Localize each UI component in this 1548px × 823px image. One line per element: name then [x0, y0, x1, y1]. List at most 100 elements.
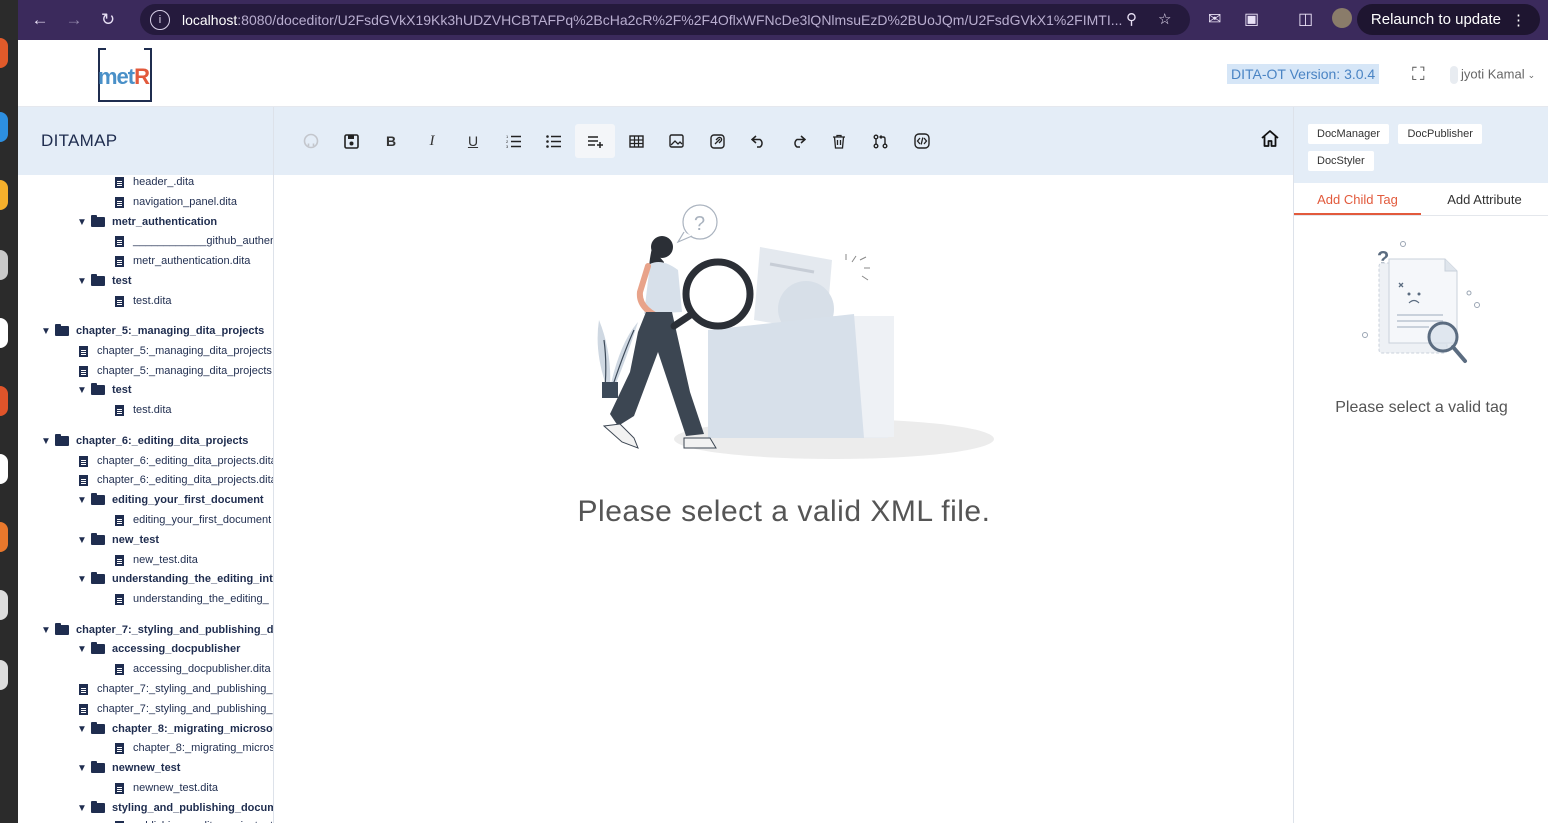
redo-icon[interactable] [785, 129, 811, 153]
caret-down-icon[interactable]: ▼ [41, 436, 55, 447]
fullscreen-icon[interactable]: ⛶ [1412, 64, 1425, 85]
dock-app-icon[interactable] [0, 250, 8, 280]
tree-folder[interactable]: ▼ editing_your_first_document [77, 491, 264, 509]
caret-down-icon[interactable]: ▼ [77, 217, 91, 228]
caret-down-icon[interactable]: ▼ [77, 803, 91, 814]
side-panel-icon[interactable]: ◫ [1298, 9, 1313, 29]
caret-down-icon[interactable]: ▼ [77, 644, 91, 655]
address-bar[interactable]: i localhost:8080/doceditor/U2FsdGVkX19Kk… [140, 4, 1190, 35]
more-menu-icon[interactable]: ⋮ [1511, 11, 1526, 29]
tree-file[interactable]: test.dita [115, 292, 172, 310]
home-icon[interactable] [1260, 129, 1280, 153]
table-icon[interactable] [623, 129, 649, 153]
user-menu[interactable]: jyoti Kamal ⌄ [1450, 66, 1535, 84]
browser-toolbar: ← → ↻ i localhost:8080/doceditor/U2FsdGV… [18, 0, 1548, 40]
caret-down-icon[interactable]: ▼ [77, 574, 91, 585]
tree-folder[interactable]: ▼ chapter_7:_styling_and_publishing_dita [41, 621, 273, 639]
tree-folder[interactable]: ▼ styling_and_publishing_documents [77, 799, 273, 817]
metr-logo[interactable]: metR [98, 48, 152, 102]
dock-app-icon[interactable] [0, 522, 8, 552]
caret-down-icon[interactable]: ▼ [77, 535, 91, 546]
caret-down-icon[interactable]: ▼ [77, 385, 91, 396]
ordered-list-icon[interactable]: 123 [501, 129, 527, 153]
tree-file[interactable]: chapter_7:_styling_and_publishing_ [79, 700, 273, 718]
tree-file[interactable]: metr_authentication.dita [115, 252, 250, 270]
tree-file[interactable]: publishing_a_dita_project_at [115, 817, 273, 823]
url-text[interactable]: localhost:8080/doceditor/U2FsdGVkX19Kk3h… [182, 12, 1132, 28]
tree-file[interactable]: chapter_7:_styling_and_publishing_ [79, 680, 273, 698]
tree-file[interactable]: navigation_panel.dita [115, 193, 237, 211]
tree-file[interactable]: test.dita [115, 401, 172, 419]
dock-app-icon[interactable] [0, 318, 8, 348]
docstyler-button[interactable]: DocStyler [1308, 151, 1374, 171]
tab-add-attribute[interactable]: Add Attribute [1421, 183, 1548, 215]
caret-down-icon[interactable]: ▼ [77, 763, 91, 774]
tree-folder[interactable]: ▼ chapter_8:_migrating_microsoft [77, 720, 273, 738]
tree-file[interactable]: chapter_6:_editing_dita_projects.dita [79, 452, 273, 470]
tree-item-label: new_test.dita [133, 554, 198, 566]
tree-file[interactable]: understanding_the_editing_ [115, 590, 269, 608]
relaunch-button[interactable]: Relaunch to update ⋮ [1356, 4, 1540, 35]
code-view-icon[interactable] [909, 129, 935, 153]
profile-avatar[interactable] [1332, 8, 1352, 28]
tree-file[interactable]: chapter_6:_editing_dita_projects.dita [79, 471, 273, 489]
tree-folder[interactable]: ▼ chapter_6:_editing_dita_projects [41, 432, 248, 450]
dock-app-icon[interactable] [0, 386, 8, 416]
tree-item-label: styling_and_publishing_documents [112, 802, 273, 814]
tree-file[interactable]: chapter_5:_managing_dita_projects [79, 342, 272, 360]
caret-down-icon[interactable]: ▼ [41, 625, 55, 636]
tree-file[interactable]: accessing_docpublisher.dita [115, 660, 271, 678]
pull-request-icon[interactable] [867, 129, 893, 153]
github-icon[interactable] [298, 129, 324, 153]
zoom-icon[interactable]: ⚲ [1126, 10, 1137, 28]
bookmark-star-icon[interactable]: ☆ [1158, 10, 1171, 28]
tree-file[interactable]: ____________github_authen [115, 232, 273, 250]
docpublisher-button[interactable]: DocPublisher [1398, 124, 1482, 144]
tree-file[interactable]: newnew_test.dita [115, 779, 218, 797]
mail-extension-icon[interactable]: ✉ [1208, 9, 1221, 29]
tree-folder[interactable]: ▼ understanding_the_editing_interface [77, 570, 273, 588]
link-icon[interactable] [704, 129, 730, 153]
underline-icon[interactable]: U [460, 129, 486, 153]
caret-down-icon[interactable]: ▼ [77, 276, 91, 287]
bold-icon[interactable]: B [378, 129, 404, 153]
forward-icon[interactable]: → [62, 8, 86, 32]
tree-folder[interactable]: ▼ metr_authentication [77, 213, 217, 231]
dock-app-icon[interactable] [0, 590, 8, 620]
tree-file[interactable]: editing_your_first_document [115, 511, 271, 529]
dock-app-icon[interactable] [0, 112, 8, 142]
caret-down-icon[interactable]: ▼ [77, 724, 91, 735]
dock-app-icon[interactable] [0, 180, 8, 210]
tree-folder[interactable]: ▼ accessing_docpublisher [77, 640, 240, 658]
tree-folder[interactable]: ▼ test [77, 272, 132, 290]
dock-app-icon[interactable] [0, 454, 8, 484]
file-icon [79, 683, 88, 695]
tree-file[interactable]: chapter_5:_managing_dita_projects [79, 362, 272, 380]
delete-icon[interactable] [826, 129, 852, 153]
tree-file[interactable]: chapter_8:_migrating_microsoft [115, 739, 273, 757]
caret-down-icon[interactable]: ▼ [41, 326, 55, 337]
dock-app-icon[interactable] [0, 660, 8, 690]
caret-down-icon[interactable]: ▼ [77, 495, 91, 506]
unordered-list-icon[interactable] [541, 129, 567, 153]
tree-file[interactable]: new_test.dita [115, 551, 198, 569]
undo-icon[interactable] [745, 129, 771, 153]
tree-folder[interactable]: ▼ chapter_5:_managing_dita_projects [41, 322, 264, 340]
tab-add-child-tag[interactable]: Add Child Tag [1294, 183, 1421, 215]
image-icon[interactable] [663, 129, 689, 153]
tree-file[interactable]: header_.dita [115, 175, 194, 191]
file-icon [115, 196, 124, 208]
empty-file-illustration: ? [597, 204, 994, 459]
extensions-icon[interactable]: ▣ [1244, 9, 1259, 29]
docmanager-button[interactable]: DocManager [1308, 124, 1389, 144]
site-info-icon[interactable]: i [150, 9, 170, 30]
italic-icon[interactable]: I [419, 129, 445, 153]
tree-folder[interactable]: ▼ test [77, 381, 132, 399]
insert-element-icon[interactable] [575, 124, 615, 158]
dock-app-icon[interactable] [0, 38, 8, 68]
reload-icon[interactable]: ↻ [96, 8, 120, 32]
back-icon[interactable]: ← [28, 8, 52, 32]
tree-folder[interactable]: ▼ new_test [77, 531, 159, 549]
tree-folder[interactable]: ▼ newnew_test [77, 759, 180, 777]
save-icon[interactable] [338, 129, 364, 153]
